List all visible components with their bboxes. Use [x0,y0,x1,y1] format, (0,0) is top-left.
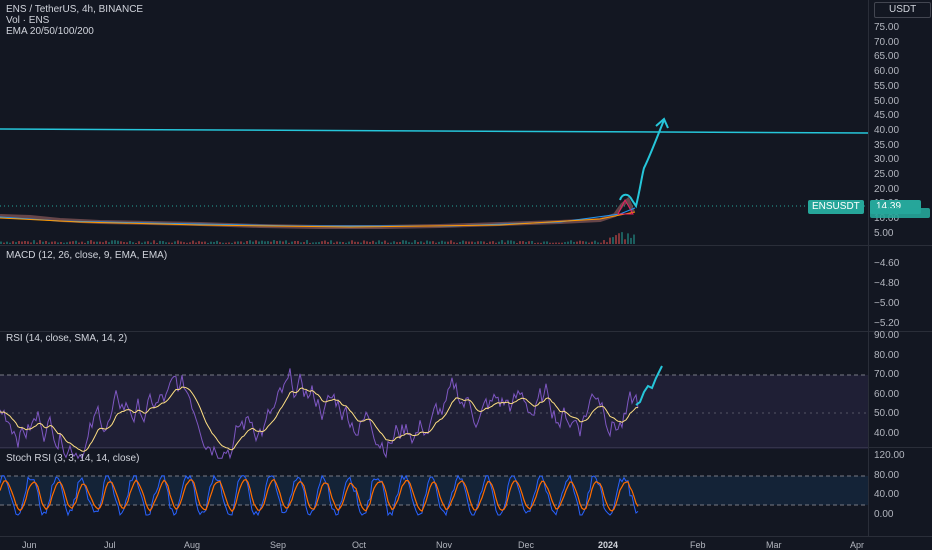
time-axis-label: Apr [850,540,865,550]
macd-axis-tick: −5.00 [874,298,900,309]
time-axis-label: Jun [22,540,37,550]
stoch-rsi-legend[interactable]: Stoch RSI (3, 3, 14, 14, close) [6,453,139,464]
time-axis-label: Sep [270,540,287,550]
price-axis-tick: 55.00 [874,80,900,92]
macd-axis-tick: −5.20 [874,318,900,329]
price-axis-tick: 60.00 [874,66,900,78]
stoch-axis-tick: 80.00 [874,469,900,481]
symbol-price-label: ENSUSDT [808,200,864,214]
price-axis-tick: 5.00 [874,227,894,239]
price-axis-tick: 30.00 [874,154,900,166]
rsi-axis-tick: 60.00 [874,388,900,400]
price-axis-tick: 65.00 [874,51,900,63]
countdown-badge [870,208,930,218]
rsi-axis-tick: 90.00 [874,330,900,341]
stoch-axis-tick: 0.00 [874,508,894,520]
time-axis-label: Dec [518,540,535,550]
rsi-axis-tick: 50.00 [874,408,900,419]
currency-badge[interactable]: USDT [874,2,932,18]
price-axis-tick: 20.00 [874,183,900,195]
projection-arrow[interactable] [619,119,665,209]
price-axis-tick: 50.00 [874,95,900,107]
price-axis-tick: 45.00 [874,110,900,122]
ema-lines [0,211,636,228]
time-axis-label: Oct [352,540,367,550]
rsi-axis-tick: 80.00 [874,349,900,361]
volume-legend[interactable]: Vol · ENS [6,15,49,26]
macd-axis-tick: −4.80 [874,278,900,289]
ema-legend[interactable]: EMA 20/50/100/200 [6,26,94,37]
macd-legend[interactable]: MACD (12, 26, close, 9, EMA, EMA) [6,250,167,261]
stoch-axis-tick: 40.00 [874,489,900,500]
price-axis-tick: 70.00 [874,36,900,48]
rsi-legend[interactable]: RSI (14, close, SMA, 14, 2) [6,333,127,344]
time-axis-label: Jul [104,540,116,550]
price-axis-tick: 75.00 [874,22,900,33]
symbol-legend[interactable]: ENS / TetherUS, 4h, BINANCE [6,4,143,15]
time-axis-label: Feb [690,540,706,550]
chart-canvas[interactable] [0,0,868,550]
time-axis-label: Mar [766,540,782,550]
volume-bars [0,232,635,244]
price-axis-tick: 40.00 [874,124,900,136]
stoch-axis-tick: 120.00 [874,450,905,461]
price-axis-tick: 25.00 [874,169,900,180]
rsi-axis-tick: 40.00 [874,427,900,439]
time-axis-label: 2024 [598,540,619,550]
trend-line[interactable] [0,128,868,134]
time-axis-label: Aug [184,540,201,550]
price-axis-tick: 35.00 [874,139,900,151]
rsi-axis-tick: 70.00 [874,369,900,380]
macd-axis-tick: −4.60 [874,258,900,269]
time-axis-label: Nov [436,540,453,550]
